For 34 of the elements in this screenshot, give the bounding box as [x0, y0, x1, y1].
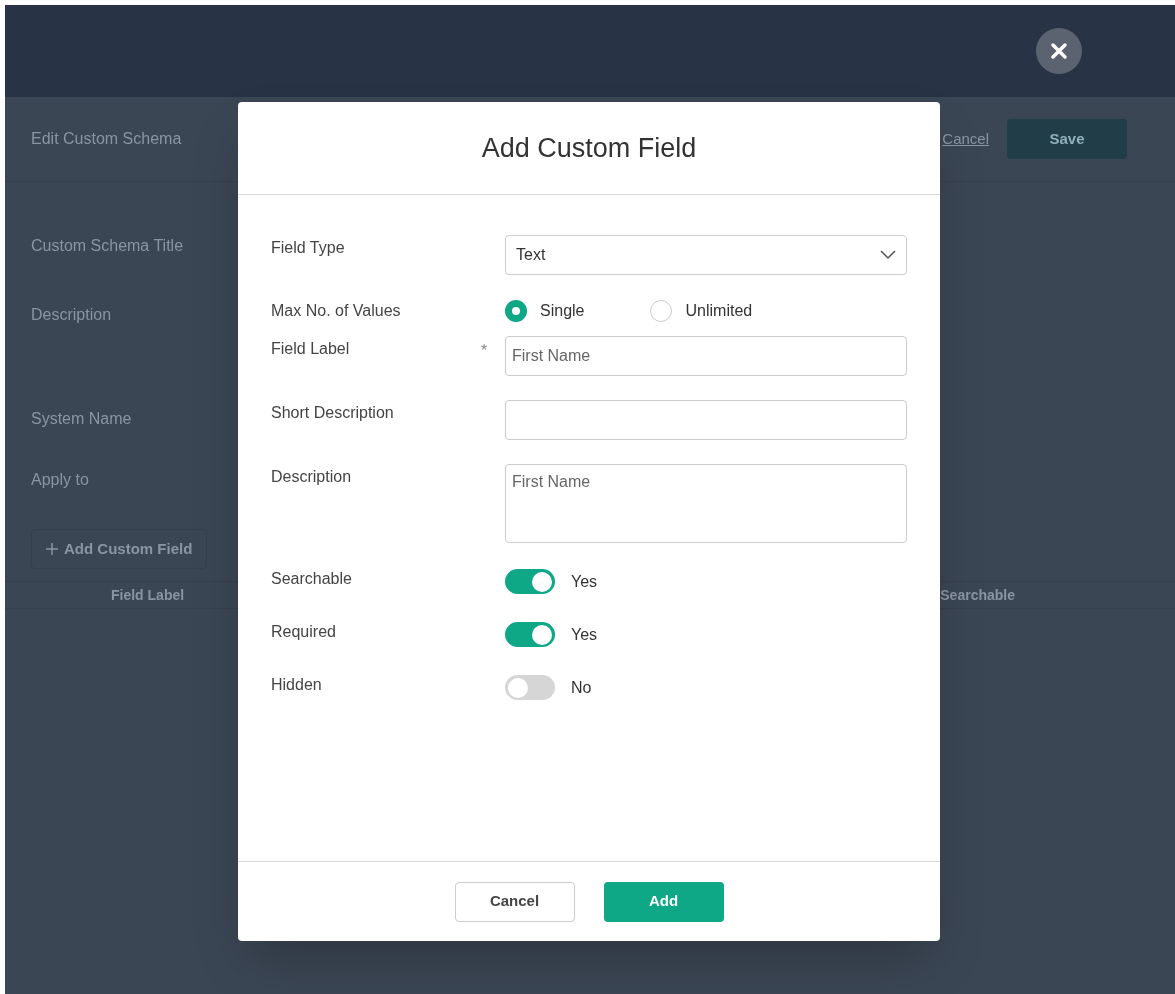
toggle-state-text: Yes: [571, 571, 598, 592]
toggle-switch[interactable]: [505, 675, 555, 700]
form-label: Custom Schema Title: [31, 236, 184, 256]
toggle-switch[interactable]: [505, 622, 555, 647]
radio-option[interactable]: Unlimited: [650, 299, 753, 323]
field-label: Required: [271, 621, 337, 642]
toggle-state-text: Yes: [571, 624, 598, 645]
short-description-input[interactable]: [505, 400, 907, 440]
field-type-select[interactable]: Text: [505, 235, 907, 275]
field-label: Hidden: [271, 674, 323, 695]
close-icon: [1050, 42, 1068, 60]
page-title: Edit Custom Schema: [31, 129, 182, 149]
chevron-down-icon: [880, 250, 896, 260]
form-label: System Name: [31, 409, 132, 429]
save-button[interactable]: Save: [1007, 119, 1127, 159]
field-label: Field Type: [271, 238, 346, 258]
toggle-switch[interactable]: [505, 569, 555, 594]
description-input[interactable]: First Name: [505, 464, 907, 543]
cancel-button[interactable]: Cancel: [454, 881, 575, 922]
radio-option[interactable]: Single: [505, 299, 585, 323]
toggle-state-text: No: [571, 677, 592, 698]
field-label: Max No. of Values: [271, 301, 402, 321]
form-label: Apply to: [31, 470, 89, 490]
column-header: Field Label: [111, 585, 185, 605]
field-label-input[interactable]: First Name: [505, 336, 907, 376]
field-label: Searchable: [271, 568, 353, 589]
form-label: Description: [31, 305, 112, 325]
field-label: Field Label: [271, 339, 351, 359]
column-header: Searchable: [940, 585, 1015, 605]
plus-icon: [46, 543, 58, 555]
dialog-title: Add Custom Field: [481, 131, 697, 165]
field-label: Description: [271, 467, 353, 487]
required-mark: *: [481, 341, 489, 361]
field-label: Short Description: [271, 403, 395, 423]
